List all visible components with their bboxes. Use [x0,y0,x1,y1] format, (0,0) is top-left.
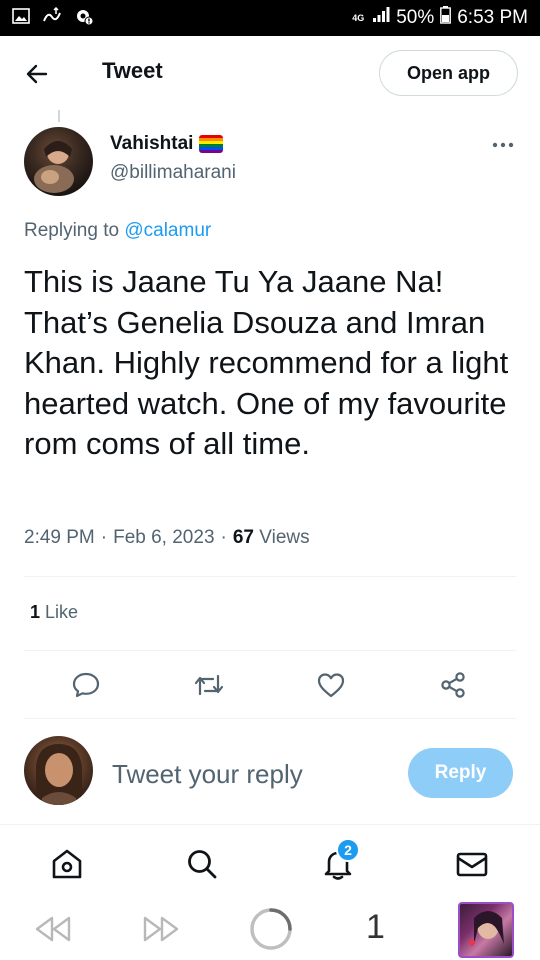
replying-to-label: Replying to [24,220,120,241]
home-icon [52,849,82,879]
clock: 6:53 PM [457,7,528,28]
tweet-text: This is Jaane Tu Ya Jaane Na! That’s Gen… [24,264,509,461]
author-avatar[interactable] [24,127,93,196]
gallery-notification-icon [12,7,30,29]
views-label: Views [259,527,310,548]
profile-image [468,911,504,947]
mail-icon [456,852,488,877]
divider [24,650,516,651]
reply-action-button[interactable] [71,670,101,700]
nav-search[interactable] [185,847,219,881]
back-button[interactable] [24,61,50,87]
loading-spinner-icon [250,908,292,950]
meta-separator: · [100,527,108,548]
thread-connector-line [58,110,60,122]
tweet-reply-input[interactable] [112,752,392,796]
battery-percent: 50% [396,7,435,28]
tweet-header: Tweet Open app [0,36,540,110]
fast-forward-icon [143,916,179,942]
signal-icon [372,7,390,29]
divider [24,576,516,577]
likes-label: Like [45,602,79,622]
meta-separator: · [220,527,227,548]
avatar-photo [34,141,74,193]
likes-count: 1 [30,602,41,622]
search-icon [188,850,217,879]
notification-badge: 2 [336,838,360,862]
status-bar: 4G 50% 6:53 PM [0,0,540,36]
browser-back-button[interactable] [34,914,72,949]
browser-forward-button[interactable] [142,914,180,949]
arrow-left-icon [26,64,48,84]
tweet-time[interactable]: 2:49 PM [24,527,95,549]
author-name-row: Vahishtai [110,133,224,155]
settings-notification-icon [74,6,94,31]
divider [24,718,516,719]
share-action-button[interactable] [438,670,468,700]
share-icon [441,672,465,698]
page-title: Tweet [102,58,163,83]
tweet-meta: 2:49 PM · Feb 6, 2023 · 67 Views [24,527,310,549]
comment-icon [72,672,100,698]
browser-profile-thumbnail[interactable] [458,902,514,958]
more-horizontal-icon [492,142,514,148]
rewind-icon [35,916,71,942]
battery-icon [440,6,452,30]
current-user-avatar[interactable] [24,736,93,805]
network-type: 4G [352,12,365,23]
heart-icon [317,673,345,698]
author-handle[interactable]: @billimaharani [110,162,236,184]
author-name[interactable]: Vahishtai [110,133,193,155]
nav-home[interactable] [50,847,84,881]
replying-to-handle-link[interactable]: @calamur [124,220,211,241]
open-app-button[interactable]: Open app [379,50,518,96]
avatar-photo [36,744,82,805]
retweet-action-button[interactable] [193,670,224,700]
rainbow-flag-icon [199,135,224,153]
more-options-button[interactable] [490,136,516,154]
replying-to: Replying to @calamur [24,220,211,242]
retweet-icon [194,674,224,696]
reply-submit-button[interactable]: Reply [408,748,513,798]
views-count: 67 [232,527,254,548]
nav-messages[interactable] [455,847,489,881]
browser-tab-count[interactable]: 1 [366,908,385,947]
tweet-date[interactable]: Feb 6, 2023 [113,527,214,549]
likes-row[interactable]: 1 Like [30,602,78,623]
bottom-navigation: 2 [0,824,540,896]
like-action-button[interactable] [316,670,346,700]
data-saver-icon [42,6,62,30]
browser-reload-button[interactable] [248,906,294,957]
